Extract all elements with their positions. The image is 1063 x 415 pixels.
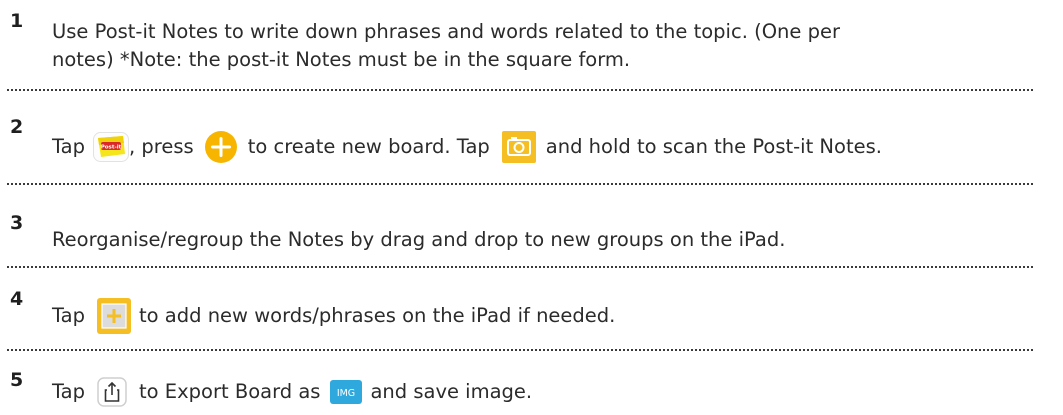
img-badge-label: IMG xyxy=(337,388,355,399)
step-text: Use Post-it Notes to write down phrases … xyxy=(52,20,840,43)
step-number: 5 xyxy=(10,369,24,391)
step-text: Reorganise/regroup the Notes by drag and… xyxy=(52,228,786,251)
step-number: 1 xyxy=(10,10,24,32)
plus-circle-icon[interactable] xyxy=(204,130,238,164)
step-5-line: Tap to Export Board as IMG and save imag… xyxy=(52,377,532,407)
step-1-line-2: notes) *Note: the post-it Notes must be … xyxy=(52,46,630,74)
step-1-line-1: Use Post-it Notes to write down phrases … xyxy=(52,18,840,46)
step-text: to Export Board as xyxy=(139,380,321,403)
img-badge-icon[interactable]: IMG xyxy=(330,380,363,404)
step-number: 2 xyxy=(10,116,24,138)
step-text: Tap xyxy=(52,304,86,327)
divider xyxy=(7,266,1033,268)
step-text: to create new board. Tap xyxy=(247,135,490,158)
step-2-line: Tap Post-it , press to create new board.… xyxy=(52,130,882,164)
step-number: 3 xyxy=(10,212,24,234)
post-it-app-icon[interactable]: Post-it xyxy=(93,132,130,162)
step-text: and save image. xyxy=(370,380,533,403)
step-text: notes) *Note: the post-it Notes must be … xyxy=(52,48,631,71)
step-number: 4 xyxy=(10,288,24,310)
step-text: to add new words/phrases on the iPad if … xyxy=(139,304,616,327)
postit-logo-text: Post-it xyxy=(101,145,122,151)
camera-icon[interactable] xyxy=(501,131,536,163)
divider xyxy=(7,183,1033,185)
add-note-icon[interactable] xyxy=(97,298,132,334)
step-3-line: Reorganise/regroup the Notes by drag and… xyxy=(52,226,785,254)
step-text: Tap xyxy=(52,135,86,158)
instruction-steps: 1 Use Post-it Notes to write down phrase… xyxy=(0,0,1063,407)
step-text: and hold to scan the Post-it Notes. xyxy=(545,135,882,158)
divider xyxy=(7,349,1033,351)
step-4-line: Tap to add new words/phrases on the iPad… xyxy=(52,298,615,334)
divider xyxy=(7,89,1033,91)
step-text: , press xyxy=(129,135,194,158)
share-icon[interactable] xyxy=(97,377,127,407)
step-text: Tap xyxy=(52,380,86,403)
